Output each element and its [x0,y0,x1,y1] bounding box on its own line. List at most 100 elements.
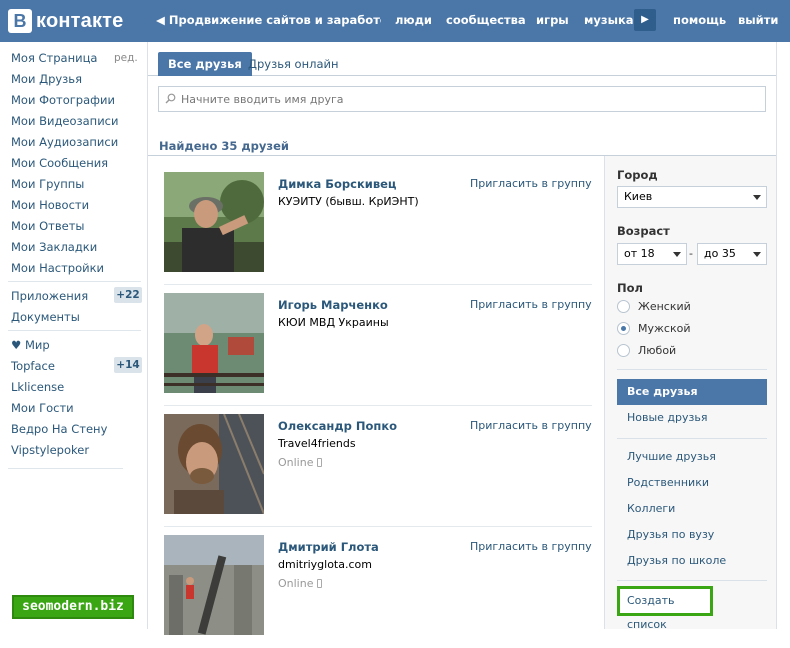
sidebar-item-audio[interactable]: Мои Аудиозаписи [11,135,118,149]
friend-row: Дмитрий Глота dmitriyglota.com Online Пр… [164,527,592,648]
top-nav: ◀ Продвижение сайтов и заработок в интер… [150,0,790,42]
age-dash: - [689,247,693,260]
sidebar-item-apps[interactable]: Приложения [11,289,88,303]
list-colleagues[interactable]: Коллеги [617,496,767,522]
sidebar-item-mir[interactable]: ♥ Мир [11,338,50,352]
sidebar-divider [8,281,141,282]
nav-help[interactable]: помощь [673,13,726,27]
watermark-badge: seomodern.biz [12,595,134,619]
radio-selected-dot [621,326,626,331]
radio-label: Любой [638,344,677,357]
online-status: Online [278,456,323,469]
friend-search-input[interactable]: Начните вводить имя друга [158,86,766,112]
list-school-friends[interactable]: Друзья по школе [617,548,767,574]
friend-avatar[interactable] [164,535,264,635]
found-count: Найдено 35 друзей [159,139,289,153]
city-select[interactable]: Киев [617,186,767,208]
play-left-icon: ◀ [156,13,169,27]
tab-friends-online[interactable]: Друзья онлайн [238,52,349,76]
mobile-phone-icon [317,579,323,588]
sidebar-item-answers[interactable]: Мои Ответы [11,219,84,233]
nav-games[interactable]: игры [536,13,569,27]
edit-link[interactable]: ред. [114,52,138,64]
list-relatives[interactable]: Родственники [617,470,767,496]
invite-to-group-link[interactable]: Пригласить в группу [470,419,592,432]
list-university-friends[interactable]: Друзья по вузу [617,522,767,548]
sidebar-item-guests[interactable]: Мои Гости [11,401,74,415]
friend-name[interactable]: Дмитрий Глота [278,540,379,554]
nav-more-arrow-icon[interactable]: ▶ [634,9,656,31]
age-from-select[interactable]: от 18 [617,243,687,265]
friend-university: КУЭИТУ (бывш. КрИЭНТ) [278,195,419,208]
friend-row: Димка Борскивец КУЭИТУ (бывш. КрИЭНТ) Пр… [164,164,592,285]
promo-link[interactable]: ◀ Продвижение сайтов и заработок в интер… [156,13,381,27]
list-best-friends[interactable]: Лучшие друзья [617,444,767,470]
friend-avatar[interactable] [164,293,264,393]
age-to-select[interactable]: до 35 [697,243,767,265]
sidebar-item-topface[interactable]: Topface [11,359,55,373]
chevron-down-icon [753,252,761,257]
friends-tabs: Все друзья Друзья онлайн [148,42,776,76]
filters-divider [617,369,767,370]
search-placeholder: Начните вводить имя друга [181,93,344,106]
friends-panel: Все друзья Друзья онлайн Начните вводить… [147,42,777,635]
vk-logo[interactable]: B контакте [8,8,124,34]
friend-avatar[interactable] [164,172,264,272]
filters-panel: Город Киев Возраст от 18 - до 35 Пол Жен… [604,156,776,631]
radio-circle [617,300,630,313]
sidebar-item-lklicense[interactable]: Lklicense [11,380,64,394]
friend-avatar[interactable] [164,414,264,514]
search-icon [165,93,176,104]
sidebar-item-bookmarks[interactable]: Мои Закладки [11,240,97,254]
sidebar-divider [8,330,141,331]
topface-count-badge[interactable]: +14 [114,357,142,373]
logo-mark: B [8,9,32,33]
radio-circle [617,344,630,357]
chevron-down-icon [673,252,681,257]
sidebar-item-my-page[interactable]: Моя Страница [11,51,97,65]
list-all-friends[interactable]: Все друзья [617,379,767,405]
sidebar-item-documents[interactable]: Документы [11,310,80,324]
apps-count-badge[interactable]: +22 [114,287,142,303]
sidebar-item-photos[interactable]: Мои Фотографии [11,93,115,107]
sidebar-item-settings[interactable]: Мои Настройки [11,261,104,275]
invite-to-group-link[interactable]: Пригласить в группу [470,540,592,553]
friend-name[interactable]: Олександр Попко [278,419,397,433]
friend-name[interactable]: Димка Борскивец [278,177,396,191]
friend-university: КЮИ МВД Украины [278,316,389,329]
top-bar: B контакте ◀ Продвижение сайтов и зарабо… [0,0,790,42]
city-value: Киев [624,190,653,203]
friend-website: dmitriyglota.com [278,558,372,571]
promo-text: Продвижение сайтов и заработок в интерне… [168,13,381,27]
nav-logout[interactable]: выйти [738,13,778,27]
list-new-friends[interactable]: Новые друзья [617,405,767,431]
friend-status: Travel4friends [278,437,356,450]
nav-people[interactable]: люди [395,13,432,27]
mobile-phone-icon [317,458,323,467]
invite-to-group-link[interactable]: Пригласить в группу [470,298,592,311]
sidebar-item-friends[interactable]: Мои Друзья [11,72,82,86]
radio-circle [617,322,630,335]
filters-divider [617,438,767,439]
invite-to-group-link[interactable]: Пригласить в группу [470,177,592,190]
sidebar-item-groups[interactable]: Мои Группы [11,177,84,191]
left-sidebar: Моя Страница ред. Мои Друзья Мои Фотогра… [0,42,147,629]
online-label: Online [278,577,314,590]
online-status: Online [278,577,323,590]
age-from-value: от 18 [624,247,655,260]
sidebar-item-news[interactable]: Мои Новости [11,198,89,212]
logo-text: контакте [36,9,124,32]
sidebar-item-messages[interactable]: Мои Сообщения [11,156,108,170]
age-to-value: до 35 [704,247,736,260]
sidebar-divider [8,468,123,469]
nav-music[interactable]: музыка [584,13,634,27]
sidebar-item-bucket-wall[interactable]: Ведро На Стену [11,422,107,436]
friend-row: Олександр Попко Travel4friends Online Пр… [164,406,592,527]
nav-communities[interactable]: сообщества [446,13,526,27]
sidebar-item-videos[interactable]: Мои Видеозаписи [11,114,118,128]
sidebar-item-vipstylepoker[interactable]: Vipstylepoker [11,443,89,457]
friend-name[interactable]: Игорь Марченко [278,298,388,312]
age-label: Возраст [617,224,670,238]
create-list-button[interactable]: Создать список [617,586,713,631]
gender-label: Пол [617,281,643,295]
